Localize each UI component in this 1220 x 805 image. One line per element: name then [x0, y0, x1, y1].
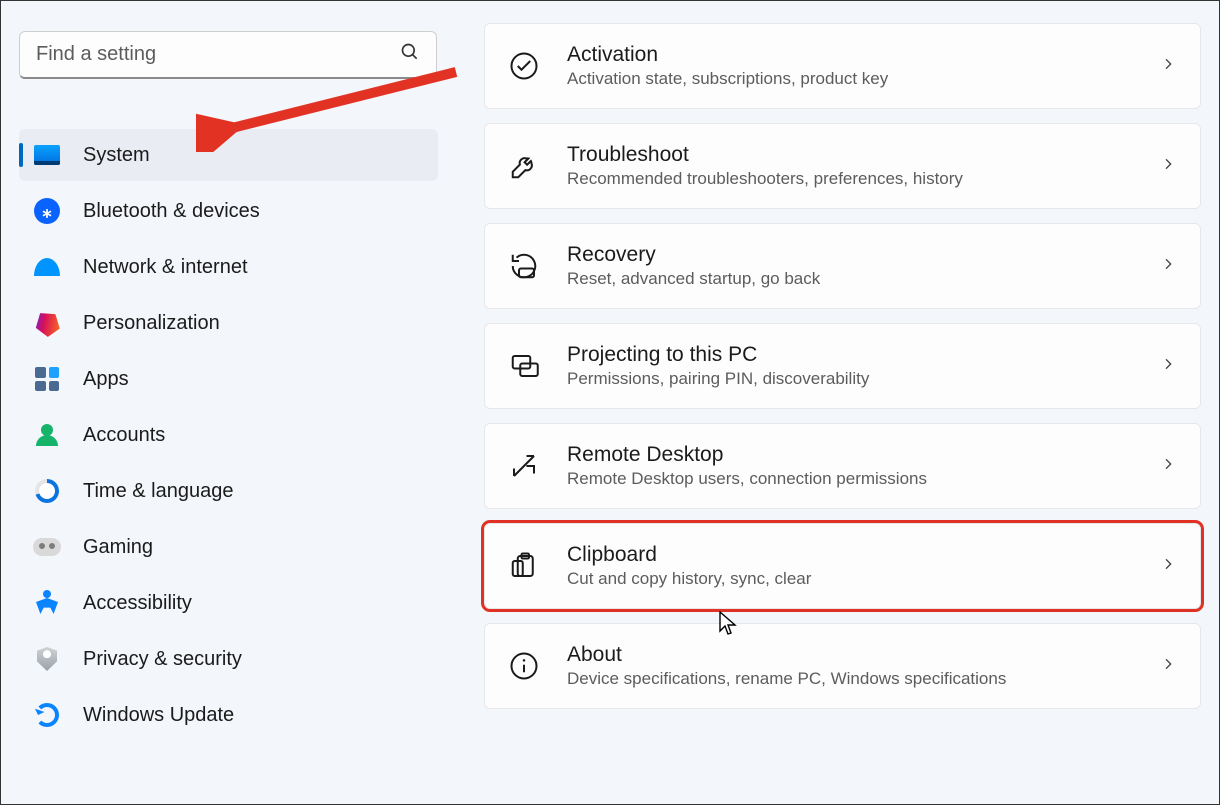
- main-panel: Activation Activation state, subscriptio…: [456, 1, 1219, 804]
- chevron-right-icon: [1160, 556, 1176, 577]
- system-icon: [33, 141, 61, 169]
- sidebar-item-accounts[interactable]: Accounts: [19, 409, 438, 461]
- card-remote-desktop[interactable]: Remote Desktop Remote Desktop users, con…: [484, 423, 1201, 509]
- card-subtitle: Cut and copy history, sync, clear: [567, 569, 1134, 589]
- sidebar-item-label: Time & language: [83, 480, 233, 503]
- personalization-icon: [33, 309, 61, 337]
- card-troubleshoot[interactable]: Troubleshoot Recommended troubleshooters…: [484, 123, 1201, 209]
- bluetooth-icon: ⁎: [33, 197, 61, 225]
- sidebar-item-apps[interactable]: Apps: [19, 353, 438, 405]
- settings-window: System ⁎ Bluetooth & devices Network & i…: [1, 1, 1219, 804]
- sidebar-item-label: Accessibility: [83, 592, 192, 615]
- card-subtitle: Activation state, subscriptions, product…: [567, 69, 1134, 89]
- card-title: Projecting to this PC: [567, 343, 1134, 367]
- card-title: Remote Desktop: [567, 443, 1134, 467]
- sidebar-nav: System ⁎ Bluetooth & devices Network & i…: [19, 129, 438, 741]
- card-activation[interactable]: Activation Activation state, subscriptio…: [484, 23, 1201, 109]
- sidebar-item-label: Network & internet: [83, 256, 248, 279]
- sidebar-item-accessibility[interactable]: Accessibility: [19, 577, 438, 629]
- card-subtitle: Reset, advanced startup, go back: [567, 269, 1134, 289]
- chevron-right-icon: [1160, 256, 1176, 277]
- sidebar-item-label: Gaming: [83, 536, 153, 559]
- sidebar-item-personalization[interactable]: Personalization: [19, 297, 438, 349]
- card-title: Troubleshoot: [567, 143, 1134, 167]
- sidebar-item-label: Personalization: [83, 312, 220, 335]
- recovery-icon: [507, 249, 541, 283]
- clipboard-icon: [507, 549, 541, 583]
- card-subtitle: Device specifications, rename PC, Window…: [567, 669, 1134, 689]
- chevron-right-icon: [1160, 456, 1176, 477]
- card-about[interactable]: About Device specifications, rename PC, …: [484, 623, 1201, 709]
- card-subtitle: Recommended troubleshooters, preferences…: [567, 169, 1134, 189]
- card-title: Recovery: [567, 243, 1134, 267]
- accounts-icon: [33, 421, 61, 449]
- sidebar-item-label: System: [83, 144, 150, 167]
- apps-icon: [33, 365, 61, 393]
- sidebar-item-bluetooth[interactable]: ⁎ Bluetooth & devices: [19, 185, 438, 237]
- about-icon: [507, 649, 541, 683]
- privacy-icon: [33, 645, 61, 673]
- sidebar-item-privacy[interactable]: Privacy & security: [19, 633, 438, 685]
- card-title: Clipboard: [567, 543, 1134, 567]
- accessibility-icon: [33, 589, 61, 617]
- projecting-icon: [507, 349, 541, 383]
- card-projecting[interactable]: Projecting to this PC Permissions, pairi…: [484, 323, 1201, 409]
- update-icon: [33, 701, 61, 729]
- time-language-icon: [33, 477, 61, 505]
- card-recovery[interactable]: Recovery Reset, advanced startup, go bac…: [484, 223, 1201, 309]
- card-title: About: [567, 643, 1134, 667]
- sidebar-item-time-language[interactable]: Time & language: [19, 465, 438, 517]
- search-icon: [400, 42, 420, 67]
- sidebar-item-label: Accounts: [83, 424, 165, 447]
- sidebar-item-network[interactable]: Network & internet: [19, 241, 438, 293]
- sidebar-item-label: Bluetooth & devices: [83, 200, 260, 223]
- chevron-right-icon: [1160, 156, 1176, 177]
- activation-icon: [507, 49, 541, 83]
- sidebar-item-label: Windows Update: [83, 704, 234, 727]
- card-subtitle: Remote Desktop users, connection permiss…: [567, 469, 1134, 489]
- remote-icon: [507, 449, 541, 483]
- gaming-icon: [33, 533, 61, 561]
- card-title: Activation: [567, 43, 1134, 67]
- sidebar-item-gaming[interactable]: Gaming: [19, 521, 438, 573]
- card-subtitle: Permissions, pairing PIN, discoverabilit…: [567, 369, 1134, 389]
- search-input[interactable]: [36, 43, 400, 66]
- chevron-right-icon: [1160, 656, 1176, 677]
- chevron-right-icon: [1160, 56, 1176, 77]
- network-icon: [33, 253, 61, 281]
- sidebar-item-system[interactable]: System: [19, 129, 438, 181]
- troubleshoot-icon: [507, 149, 541, 183]
- sidebar-item-windows-update[interactable]: Windows Update: [19, 689, 438, 741]
- sidebar: System ⁎ Bluetooth & devices Network & i…: [1, 1, 456, 804]
- search-box[interactable]: [19, 31, 437, 79]
- chevron-right-icon: [1160, 356, 1176, 377]
- sidebar-item-label: Privacy & security: [83, 648, 242, 671]
- sidebar-item-label: Apps: [83, 368, 129, 391]
- card-clipboard[interactable]: Clipboard Cut and copy history, sync, cl…: [484, 523, 1201, 609]
